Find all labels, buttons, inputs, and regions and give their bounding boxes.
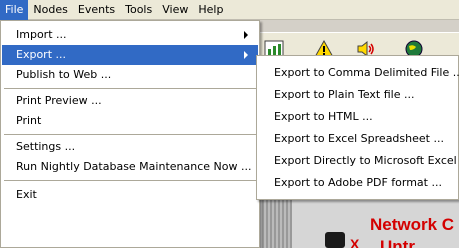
menu-item-export[interactable]: Export ... xyxy=(2,45,258,65)
menu-nodes[interactable]: Nodes xyxy=(28,0,72,20)
menu-item-publish[interactable]: Publish to Web ... xyxy=(2,65,258,85)
export-excel-sheet-item[interactable]: Export to Excel Spreadsheet ... xyxy=(258,128,458,150)
banner-mark: X xyxy=(350,236,360,248)
menu-help[interactable]: Help xyxy=(193,0,228,20)
export-submenu: Export to Comma Delimited File ... Expor… xyxy=(256,55,459,200)
splash-banner-edge xyxy=(262,195,292,248)
menu-item-export-label: Export ... xyxy=(16,48,66,61)
menu-item-maintenance[interactable]: Run Nightly Database Maintenance Now ... xyxy=(2,157,258,177)
export-csv-item[interactable]: Export to Comma Delimited File ... xyxy=(258,62,459,84)
banner-subtitle: Untr xyxy=(380,237,415,248)
menu-item-import[interactable]: Import ... xyxy=(2,25,258,45)
computer-icon xyxy=(325,232,345,248)
file-menu: Import ... Export ... Publish to Web ...… xyxy=(0,20,260,248)
menu-item-print-preview[interactable]: Print Preview ... xyxy=(2,91,258,111)
menu-separator xyxy=(4,180,256,181)
export-text-item[interactable]: Export to Plain Text file ... xyxy=(258,84,458,106)
export-pdf-item[interactable]: Export to Adobe PDF format ... xyxy=(258,172,458,194)
menu-item-import-label: Import ... xyxy=(16,28,67,41)
banner-title: Network C xyxy=(370,215,455,234)
menu-view[interactable]: View xyxy=(157,0,193,20)
menu-item-exit[interactable]: Exit xyxy=(2,185,258,205)
submenu-arrow-icon xyxy=(244,51,248,59)
submenu-arrow-icon xyxy=(244,31,248,39)
menu-bar: File Nodes Events Tools View Help xyxy=(0,0,459,20)
menu-item-print[interactable]: Print xyxy=(2,111,258,131)
export-html-item[interactable]: Export to HTML ... xyxy=(258,106,458,128)
menu-file[interactable]: File xyxy=(0,0,29,20)
menu-tools[interactable]: Tools xyxy=(120,0,157,20)
menu-separator xyxy=(4,134,256,135)
export-ms-excel-item[interactable]: Export Directly to Microsoft Excel ... xyxy=(258,150,459,172)
menu-separator xyxy=(4,88,256,89)
menu-events[interactable]: Events xyxy=(73,0,120,20)
menu-item-settings[interactable]: Settings ... xyxy=(2,137,258,157)
